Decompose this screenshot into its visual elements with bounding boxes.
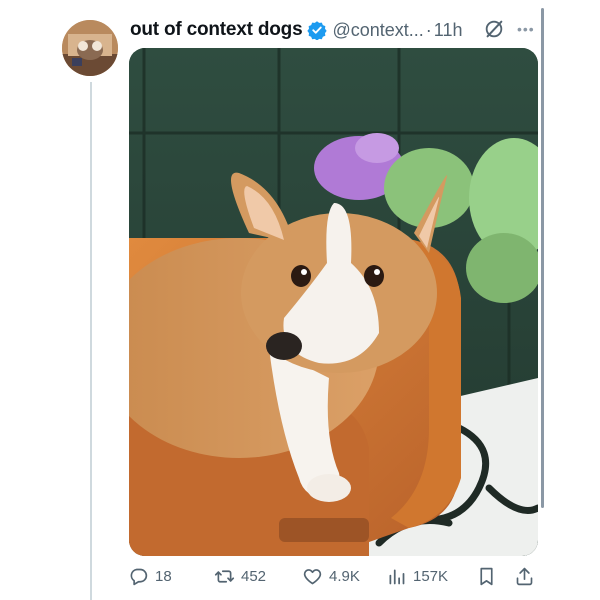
repost-icon [214,570,235,583]
repost-count: 452 [241,568,267,585]
action-bar: 18 452 4.9K 157K [128,566,540,592]
reply-icon [130,568,148,586]
post-media-image[interactable] [129,48,538,556]
like-button[interactable]: 4.9K [302,566,360,587]
reply-count: 18 [155,568,172,585]
grok-icon[interactable] [483,18,505,40]
timestamp[interactable]: 11h [434,20,463,41]
views-button[interactable]: 157K [386,566,448,587]
more-options-icon[interactable]: ••• [517,21,535,37]
thread-line [90,82,92,600]
repost-button[interactable]: 452 [214,566,266,587]
bookmark-button[interactable] [476,566,497,587]
views-icon [389,569,405,585]
like-count: 4.9K [329,568,360,585]
scrollbar[interactable] [541,8,544,508]
display-name[interactable]: out of context dogs [130,19,303,41]
reply-button[interactable]: 18 [128,566,172,587]
handle[interactable]: @context... [332,20,423,41]
share-button[interactable] [514,566,535,587]
view-count: 157K [413,568,449,585]
separator-dot: · [425,19,432,40]
avatar[interactable] [62,20,118,76]
share-icon [516,567,533,586]
heart-icon [303,569,322,585]
bookmark-icon [480,567,493,586]
post-header: out of context dogs @context... · 11h [130,17,462,43]
verified-badge-icon [307,20,328,40]
